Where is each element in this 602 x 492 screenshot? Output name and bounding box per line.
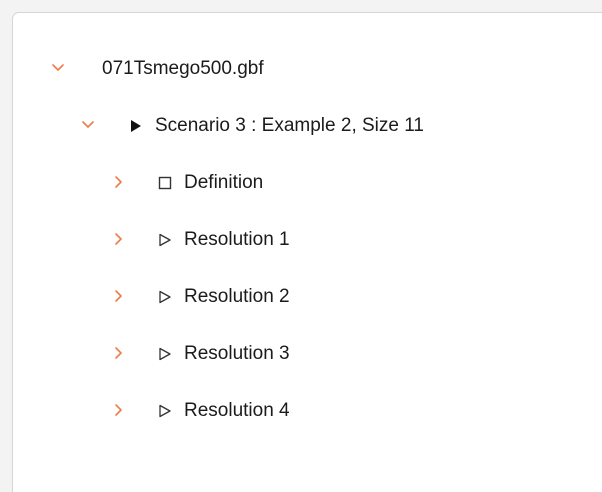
tree-panel: 071Tsmego500.gbf Scenario 3 : Example 2,… [12,12,602,492]
outline-play-triangle-icon [158,233,172,247]
chevron-down-icon[interactable] [51,61,65,75]
tree-node-scenario[interactable]: Scenario 3 : Example 2, Size 11 [13,106,573,146]
outline-play-triangle-icon [158,290,172,304]
tree-node-resolution-1[interactable]: Resolution 1 [13,220,573,260]
chevron-right-icon[interactable] [111,403,125,417]
tree-node-definition-label: Definition [184,172,264,193]
tree-node-resolution-2[interactable]: Resolution 2 [13,277,573,317]
chevron-right-icon[interactable] [111,289,125,303]
tree-node-definition[interactable]: Definition [13,163,573,203]
square-outline-icon [158,176,172,190]
chevron-right-icon[interactable] [111,232,125,246]
tree-node-resolution-3[interactable]: Resolution 3 [13,334,573,374]
tree-node-resolution-2-label: Resolution 2 [184,286,290,307]
chevron-down-icon[interactable] [81,118,95,132]
outline-play-triangle-icon [158,404,172,418]
filled-play-triangle-icon [129,119,143,133]
outline-play-triangle-icon [158,347,172,361]
chevron-right-icon[interactable] [111,346,125,360]
tree-node-resolution-1-label: Resolution 1 [184,229,290,250]
tree-node-resolution-4-label: Resolution 4 [184,400,290,421]
tree-node-root[interactable]: 071Tsmego500.gbf [13,49,573,89]
tree-node-scenario-label: Scenario 3 : Example 2, Size 11 [155,115,424,136]
tree-node-resolution-4[interactable]: Resolution 4 [13,391,573,431]
tree-node-resolution-3-label: Resolution 3 [184,343,290,364]
tree-node-root-label: 071Tsmego500.gbf [102,58,264,79]
chevron-right-icon[interactable] [111,175,125,189]
